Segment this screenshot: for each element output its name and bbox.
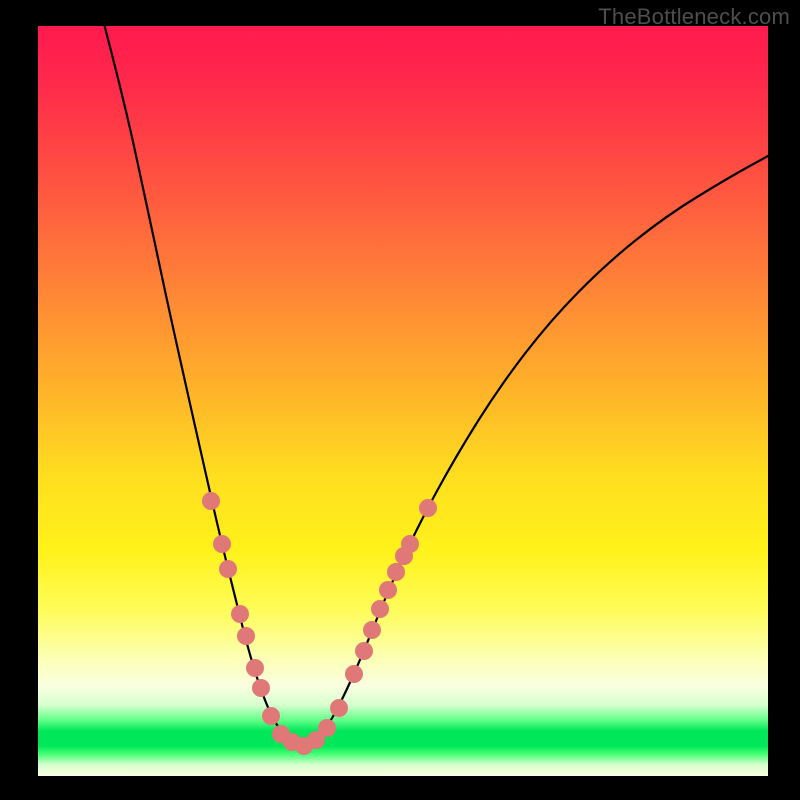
curve-right: [304, 156, 768, 746]
curve-marker: [379, 581, 397, 599]
curve-marker: [262, 707, 280, 725]
curve-marker: [330, 699, 348, 717]
curve-marker: [387, 563, 405, 581]
curve-marker: [318, 719, 336, 737]
curve-marker: [401, 535, 419, 553]
curve-marker: [371, 600, 389, 618]
curve-marker: [231, 605, 249, 623]
watermark-text: TheBottleneck.com: [598, 4, 790, 30]
curve-marker: [252, 679, 270, 697]
curve-markers: [202, 492, 437, 755]
curve-marker: [345, 665, 363, 683]
chart-frame: TheBottleneck.com: [0, 0, 800, 800]
chart-plot-area: [38, 26, 768, 776]
chart-svg: [38, 26, 768, 776]
curve-left: [102, 26, 304, 746]
curve-marker: [213, 535, 231, 553]
curve-marker: [363, 621, 381, 639]
curve-marker: [355, 642, 373, 660]
curve-marker: [202, 492, 220, 510]
curve-marker: [419, 499, 437, 517]
curve-marker: [237, 627, 255, 645]
curve-marker: [246, 659, 264, 677]
curve-marker: [219, 560, 237, 578]
